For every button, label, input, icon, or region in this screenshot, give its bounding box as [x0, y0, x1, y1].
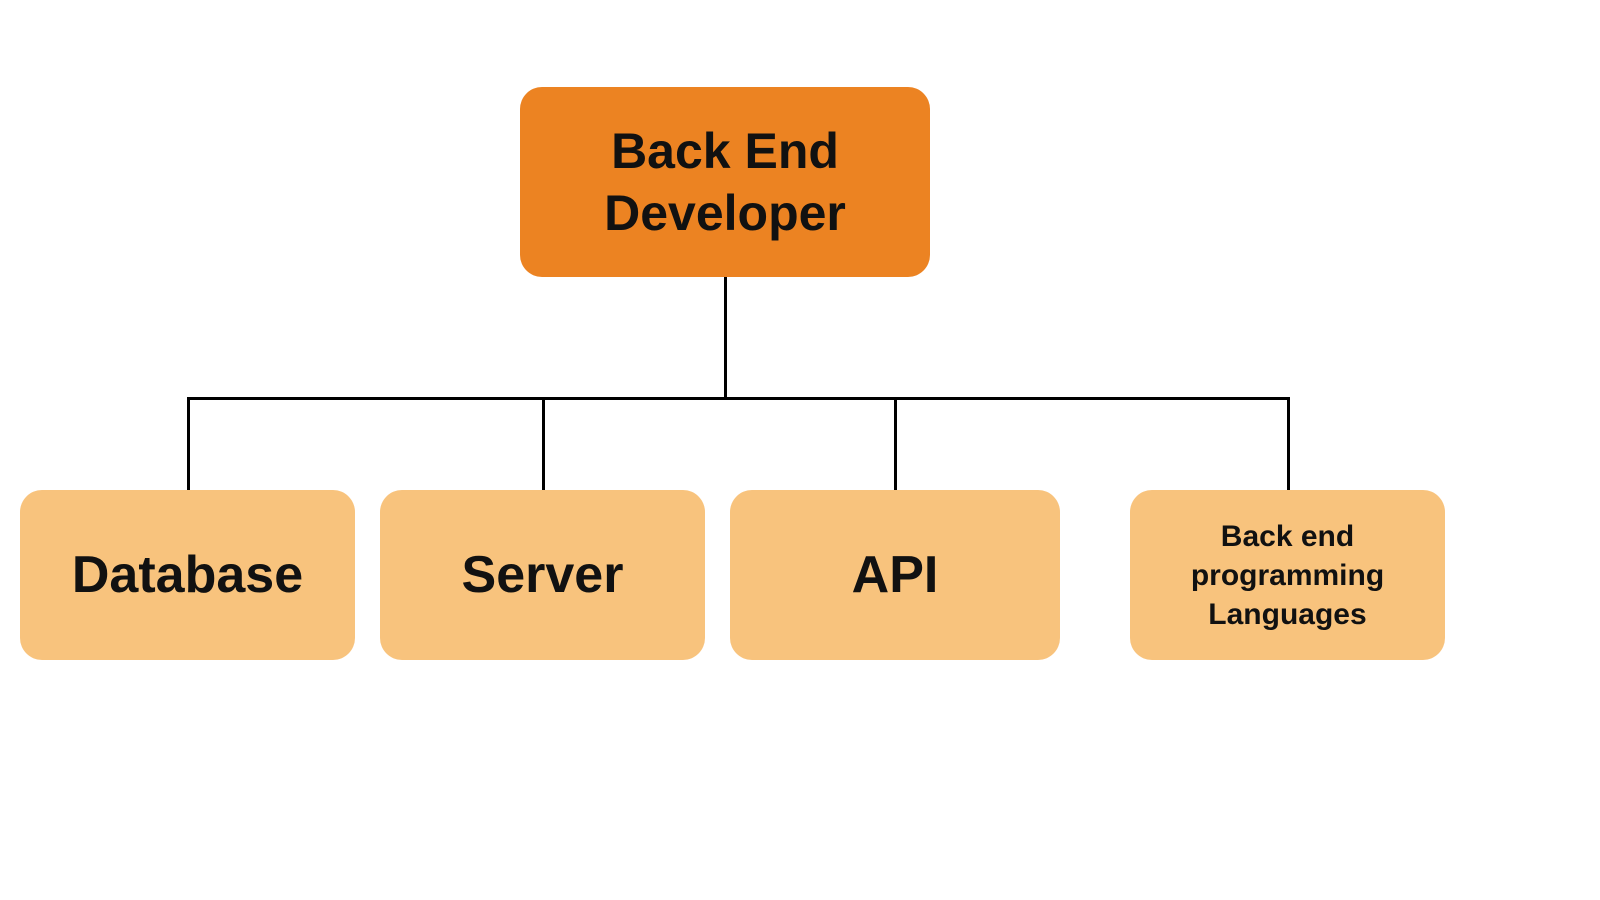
connector-root-vertical — [724, 277, 727, 400]
connector-drop-1 — [187, 397, 190, 490]
connector-drop-4 — [1287, 397, 1290, 490]
hierarchy-diagram: Back End Developer Database Server API B… — [0, 0, 1600, 900]
child-node-server: Server — [380, 490, 705, 660]
child-node-api: API — [730, 490, 1060, 660]
connector-horizontal-bus — [187, 397, 1290, 400]
connector-drop-2 — [542, 397, 545, 490]
child-node-programming-languages: Back end programming Languages — [1130, 490, 1445, 660]
root-node-back-end-developer: Back End Developer — [520, 87, 930, 277]
connector-drop-3 — [894, 397, 897, 490]
child-node-database: Database — [20, 490, 355, 660]
